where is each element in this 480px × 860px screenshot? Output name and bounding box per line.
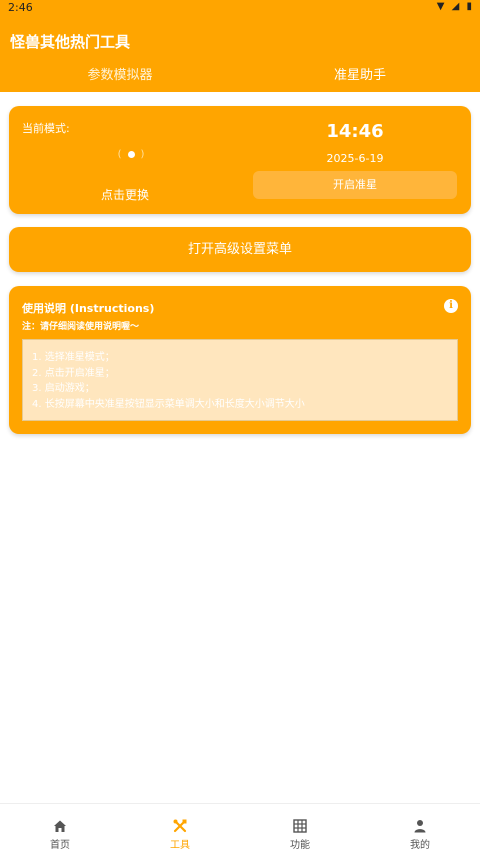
tools-icon <box>173 819 187 833</box>
crosshair-dot-icon <box>127 150 135 158</box>
status-time: 2:46 <box>8 1 33 14</box>
crosshair-bracket-right-icon: ) <box>140 149 145 160</box>
instructions-note: 注：请仔细阅读使用说明喔～ <box>22 322 140 332</box>
open-advanced-settings-button[interactable]: 打开高级设置菜单 <box>9 227 471 272</box>
tab-crosshair-assistant[interactable]: 准星助手 <box>240 64 480 83</box>
status-icons: ▼ ◢ ▮ <box>437 1 474 12</box>
nav-label-profile: 我的 <box>410 840 430 851</box>
page-title: 怪兽其他热门工具 <box>10 33 131 51</box>
battery-icon: ▮ <box>466 1 474 12</box>
nav-label-functions: 功能 <box>290 840 310 851</box>
home-icon <box>54 820 66 832</box>
instruction-step: 4. 长按屏幕中央准星按钮显示菜单调大小和长度大小调节大小 <box>32 398 305 410</box>
instructions-title: 使用说明 (Instructions) <box>22 302 155 315</box>
bottom-navigation: 首页 工具 功能 我的 <box>0 803 480 860</box>
instruction-step: 2. 点击开启准星； <box>32 367 115 379</box>
instructions-card: 使用说明 (Instructions) i 注：请仔细阅读使用说明喔～ 1. 选… <box>9 286 471 434</box>
instruction-step: 1. 选择准星模式； <box>32 352 115 363</box>
clock: 14:46 <box>326 121 384 142</box>
app-header: 怪兽其他热门工具 参数模拟器 准星助手 <box>0 16 480 92</box>
date: 2025-6-19 <box>326 152 384 165</box>
mode-card: 当前模式: () 点击更换 14:46 2025-6-19 开启准星 <box>9 106 471 214</box>
wifi-icon: ▼ <box>436 1 447 12</box>
nav-item-profile[interactable]: 我的 <box>360 804 480 860</box>
current-mode-label: 当前模式: <box>22 122 70 135</box>
nav-item-home[interactable]: 首页 <box>0 804 120 860</box>
nav-label-tools: 工具 <box>170 840 190 851</box>
nav-label-home: 首页 <box>50 840 70 851</box>
status-bar: 2:46 ▼ ◢ ▮ <box>0 0 480 16</box>
info-icon[interactable]: i <box>444 299 458 313</box>
nav-item-tools[interactable]: 工具 <box>120 804 240 860</box>
instruction-step: 3. 启动游戏； <box>32 383 95 394</box>
crosshair-bracket-left-icon: ( <box>117 149 122 160</box>
signal-icon: ◢ <box>451 1 462 12</box>
enable-crosshair-button[interactable]: 开启准星 <box>253 171 457 199</box>
change-mode-button[interactable]: 点击更换 <box>101 186 149 203</box>
grid-icon <box>293 819 307 833</box>
advanced-menu-card[interactable]: 打开高级设置菜单 <box>9 227 471 272</box>
instructions-list: 1. 选择准星模式； 2. 点击开启准星； 3. 启动游戏； 4. 长按屏幕中央… <box>22 339 458 421</box>
crosshair-mode-preview[interactable]: () <box>108 149 154 160</box>
tab-parameter-simulator[interactable]: 参数模拟器 <box>0 64 240 83</box>
person-icon <box>414 820 426 833</box>
nav-item-functions[interactable]: 功能 <box>240 804 360 860</box>
